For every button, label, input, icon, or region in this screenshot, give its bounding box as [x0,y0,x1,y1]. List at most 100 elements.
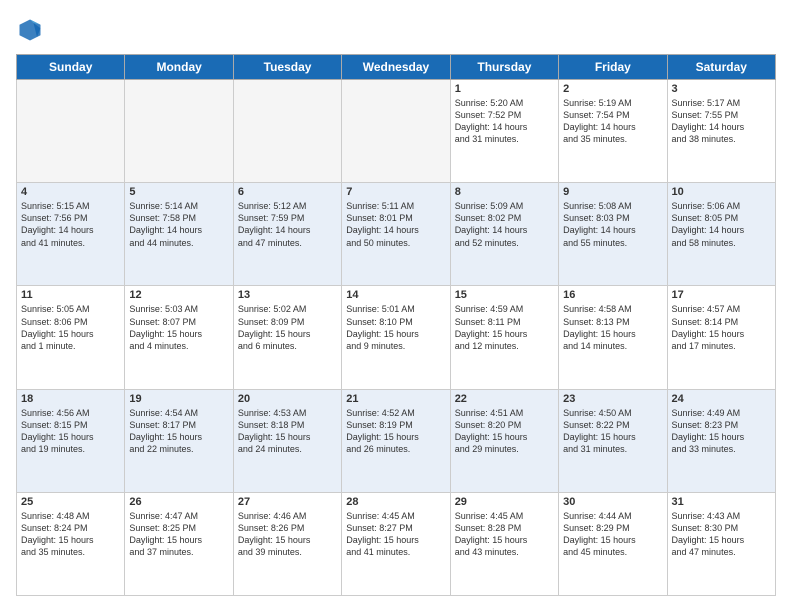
day-number: 12 [129,289,228,301]
calendar-cell: 15 Sunrise: 4:59 AM Sunset: 8:11 PM Dayli… [450,286,558,389]
day-number: 15 [455,289,554,301]
day-number: 2 [563,83,662,95]
day-number: 17 [672,289,771,301]
day-info: Sunrise: 5:02 AM Sunset: 8:09 PM Dayligh… [238,303,337,352]
day-header-wednesday: Wednesday [342,55,450,80]
day-info: Sunrise: 4:56 AM Sunset: 8:15 PM Dayligh… [21,407,120,456]
day-info: Sunrise: 5:05 AM Sunset: 8:06 PM Dayligh… [21,303,120,352]
day-number: 24 [672,393,771,405]
calendar-cell: 25Sunrise: 4:48 AM Sunset: 8:24 PM Dayli… [17,492,125,595]
day-number: 30 [563,496,662,508]
day-info: Sunrise: 4:45 AM Sunset: 8:28 PM Dayligh… [455,510,554,559]
calendar-cell: 28 Sunrise: 4:45 AM Sunset: 8:27 PM Dayli… [342,492,450,595]
day-info: Sunrise: 4:51 AM Sunset: 8:20 PM Dayligh… [455,407,554,456]
logo [16,16,48,44]
day-info: Sunrise: 5:20 AM Sunset: 7:52 PM Dayligh… [455,97,554,146]
day-number: 20 [238,393,337,405]
day-info: Sunrise: 5:15 AM Sunset: 7:56 PM Dayligh… [21,200,120,249]
calendar-cell: 24 Sunrise: 4:49 AM Sunset: 8:23 PM Dayli… [667,389,775,492]
day-number: 19 [129,393,228,405]
calendar-cell: 29 Sunrise: 4:45 AM Sunset: 8:28 PM Dayli… [450,492,558,595]
day-number: 4 [21,186,120,198]
day-info: Sunrise: 4:48 AM Sunset: 8:24 PM Dayligh… [21,510,120,559]
calendar-cell: 27 Sunrise: 4:46 AM Sunset: 8:26 PM Dayli… [233,492,341,595]
day-header-sunday: Sunday [17,55,125,80]
header [16,16,776,44]
calendar-cell [17,80,125,183]
day-info: Sunrise: 5:14 AM Sunset: 7:58 PM Dayligh… [129,200,228,249]
calendar-cell: 19 Sunrise: 4:54 AM Sunset: 8:17 PM Dayli… [125,389,233,492]
day-header-monday: Monday [125,55,233,80]
calendar-cell: 17 Sunrise: 4:57 AM Sunset: 8:14 PM Dayli… [667,286,775,389]
day-number: 23 [563,393,662,405]
day-info: Sunrise: 5:12 AM Sunset: 7:59 PM Dayligh… [238,200,337,249]
day-info: Sunrise: 4:44 AM Sunset: 8:29 PM Dayligh… [563,510,662,559]
day-info: Sunrise: 4:45 AM Sunset: 8:27 PM Dayligh… [346,510,445,559]
calendar-cell: 30 Sunrise: 4:44 AM Sunset: 8:29 PM Dayli… [559,492,667,595]
day-number: 10 [672,186,771,198]
calendar-cell [342,80,450,183]
day-number: 5 [129,186,228,198]
day-number: 22 [455,393,554,405]
calendar-cell: 23 Sunrise: 4:50 AM Sunset: 8:22 PM Dayli… [559,389,667,492]
day-number: 18 [21,393,120,405]
day-header-saturday: Saturday [667,55,775,80]
calendar-cell [125,80,233,183]
calendar-cell: 6 Sunrise: 5:12 AM Sunset: 7:59 PM Daylig… [233,183,341,286]
day-info: Sunrise: 4:47 AM Sunset: 8:25 PM Dayligh… [129,510,228,559]
day-number: 14 [346,289,445,301]
day-info: Sunrise: 4:52 AM Sunset: 8:19 PM Dayligh… [346,407,445,456]
calendar-cell: 2Sunrise: 5:19 AM Sunset: 7:54 PM Daylig… [559,80,667,183]
day-number: 16 [563,289,662,301]
day-number: 13 [238,289,337,301]
day-info: Sunrise: 4:58 AM Sunset: 8:13 PM Dayligh… [563,303,662,352]
day-info: Sunrise: 4:53 AM Sunset: 8:18 PM Dayligh… [238,407,337,456]
day-number: 1 [455,83,554,95]
calendar-cell: 18 Sunrise: 4:56 AM Sunset: 8:15 PM Dayli… [17,389,125,492]
calendar-cell: 14Sunrise: 5:01 AM Sunset: 8:10 PM Dayli… [342,286,450,389]
day-info: Sunrise: 5:17 AM Sunset: 7:55 PM Dayligh… [672,97,771,146]
day-info: Sunrise: 4:59 AM Sunset: 8:11 PM Dayligh… [455,303,554,352]
calendar-cell: 22 Sunrise: 4:51 AM Sunset: 8:20 PM Dayli… [450,389,558,492]
day-info: Sunrise: 4:54 AM Sunset: 8:17 PM Dayligh… [129,407,228,456]
day-info: Sunrise: 5:06 AM Sunset: 8:05 PM Dayligh… [672,200,771,249]
logo-icon [16,16,44,44]
calendar-cell: 16 Sunrise: 4:58 AM Sunset: 8:13 PM Dayli… [559,286,667,389]
calendar-cell: 3 Sunrise: 5:17 AM Sunset: 7:55 PM Daylig… [667,80,775,183]
calendar-cell: 10 Sunrise: 5:06 AM Sunset: 8:05 PM Dayli… [667,183,775,286]
day-number: 28 [346,496,445,508]
day-header-tuesday: Tuesday [233,55,341,80]
day-info: Sunrise: 4:49 AM Sunset: 8:23 PM Dayligh… [672,407,771,456]
day-number: 8 [455,186,554,198]
day-info: Sunrise: 5:08 AM Sunset: 8:03 PM Dayligh… [563,200,662,249]
calendar-table: SundayMondayTuesdayWednesdayThursdayFrid… [16,54,776,596]
day-number: 26 [129,496,228,508]
day-number: 21 [346,393,445,405]
day-info: Sunrise: 4:46 AM Sunset: 8:26 PM Dayligh… [238,510,337,559]
day-info: Sunrise: 5:11 AM Sunset: 8:01 PM Dayligh… [346,200,445,249]
day-info: Sunrise: 5:03 AM Sunset: 8:07 PM Dayligh… [129,303,228,352]
calendar-cell: 11 Sunrise: 5:05 AM Sunset: 8:06 PM Dayli… [17,286,125,389]
calendar-cell: 4 Sunrise: 5:15 AM Sunset: 7:56 PM Daylig… [17,183,125,286]
day-info: Sunrise: 4:57 AM Sunset: 8:14 PM Dayligh… [672,303,771,352]
calendar-cell: 8 Sunrise: 5:09 AM Sunset: 8:02 PM Daylig… [450,183,558,286]
calendar-cell: 9 Sunrise: 5:08 AM Sunset: 8:03 PM Daylig… [559,183,667,286]
day-number: 11 [21,289,120,301]
day-number: 7 [346,186,445,198]
calendar-cell: 1 Sunrise: 5:20 AM Sunset: 7:52 PM Daylig… [450,80,558,183]
calendar-cell [233,80,341,183]
calendar-cell: 7 Sunrise: 5:11 AM Sunset: 8:01 PM Daylig… [342,183,450,286]
day-info: Sunrise: 4:50 AM Sunset: 8:22 PM Dayligh… [563,407,662,456]
calendar-cell: 5 Sunrise: 5:14 AM Sunset: 7:58 PM Daylig… [125,183,233,286]
day-number: 3 [672,83,771,95]
day-number: 6 [238,186,337,198]
calendar-cell: 26 Sunrise: 4:47 AM Sunset: 8:25 PM Dayli… [125,492,233,595]
page: SundayMondayTuesdayWednesdayThursdayFrid… [0,0,792,612]
calendar-cell: 31Sunrise: 4:43 AM Sunset: 8:30 PM Dayli… [667,492,775,595]
day-info: Sunrise: 5:09 AM Sunset: 8:02 PM Dayligh… [455,200,554,249]
day-info: Sunrise: 4:43 AM Sunset: 8:30 PM Dayligh… [672,510,771,559]
calendar-cell: 13 Sunrise: 5:02 AM Sunset: 8:09 PM Dayli… [233,286,341,389]
day-number: 27 [238,496,337,508]
day-number: 29 [455,496,554,508]
day-number: 9 [563,186,662,198]
